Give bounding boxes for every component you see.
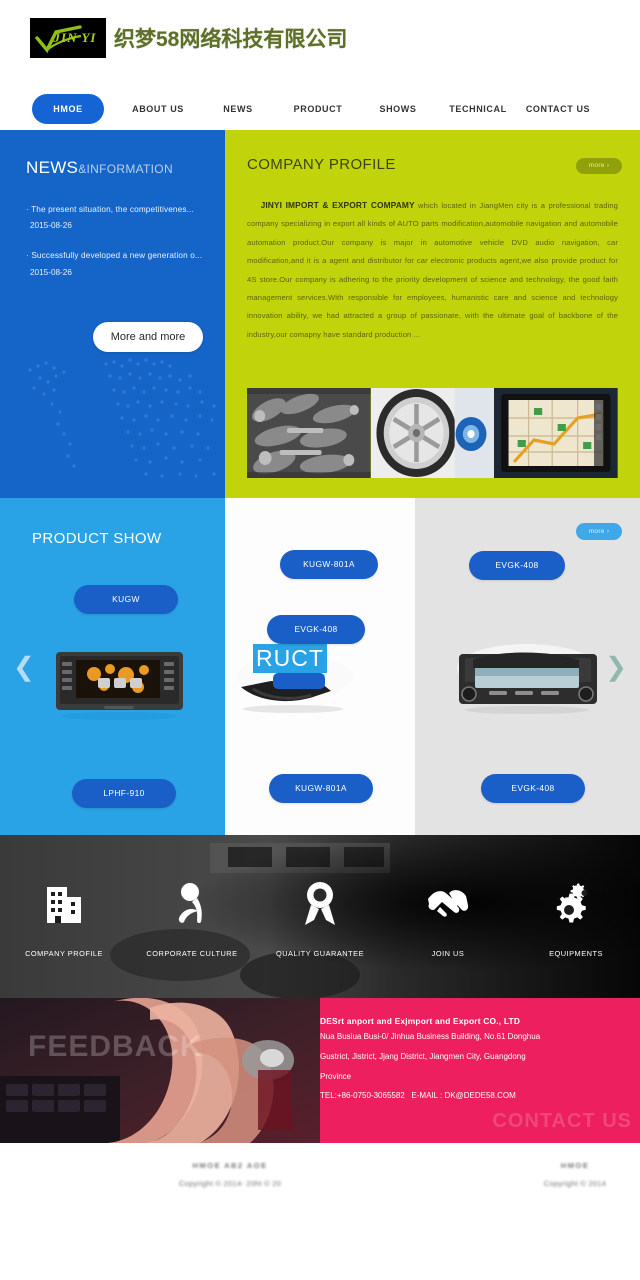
world-map-dots-icon — [28, 358, 216, 478]
feature-label: EQUIPMENTS — [549, 949, 603, 958]
product-pill-top-2[interactable]: KUGW-801A — [280, 550, 378, 579]
product-show-more-button[interactable]: more › — [576, 523, 622, 540]
feature-corporate-culture[interactable]: CORPORATE CULTURE — [128, 875, 256, 958]
product-pill-bottom-1[interactable]: LPHF-910 — [72, 779, 176, 808]
top-section: NEWS&INFORMATION The present situation, … — [0, 130, 640, 498]
footer-right-block: HMOE Copyright © 2014 — [500, 1161, 640, 1188]
feature-company-profile[interactable]: COMPANY PROFILE — [0, 875, 128, 958]
product-column-1: PRODUCT SHOW ❮ KUGW LPHF-910 — [0, 498, 225, 835]
logo-text-cn: 织梦58网络科技有限公司 — [114, 28, 348, 51]
product-pill-bottom-2[interactable]: KUGW-801A — [269, 774, 373, 803]
company-profile-text: JINYI IMPORT & EXPORT COMPAMY which loca… — [247, 195, 618, 344]
features-strip: COMPANY PROFILE CORPORATE CULTURE QUALIT… — [0, 835, 640, 998]
footer-left-block: HMOE AB2 AOE Copyright © 2014- 20ht © 20 — [120, 1161, 340, 1188]
contact-company-name: DESrt anport and Exjmport and Export CO.… — [320, 1016, 521, 1026]
nav-item-technical[interactable]: TECHNICAL — [438, 104, 518, 114]
company-profile-lead: JINYI IMPORT & EXPORT COMPAMY — [260, 200, 415, 210]
news-heading-sub: &INFORMATION — [78, 162, 173, 176]
news-list-item[interactable]: The present situation, the competitivene… — [26, 204, 207, 230]
feedback-heading: FEEDBACK — [28, 1030, 203, 1063]
nav-item-contact-us[interactable]: CONTACT US — [518, 104, 598, 114]
award-ribbon-icon — [256, 875, 384, 933]
contact-ghost-heading: CONTACT US — [492, 1110, 632, 1132]
tel-label: TEL: — [320, 1091, 337, 1101]
product-pill-top-3[interactable]: EVGK-408 — [469, 551, 565, 580]
carousel-next-chevron-right-icon[interactable]: ❯ — [605, 651, 627, 682]
product-ghost-text: RUCT — [253, 644, 327, 673]
contact-tel-email: TEL:+86-0750-3065582 E-MAIL : DK@DEDE58.… — [320, 1091, 624, 1100]
nav-item-product[interactable]: PRODUCT — [278, 104, 358, 114]
news-heading-main: NEWS — [26, 158, 79, 177]
feature-quality-guarantee[interactable]: QUALITY GUARANTEE — [256, 875, 384, 958]
logo-mark: JIN YI — [30, 18, 106, 58]
more-label: more — [588, 162, 605, 169]
feedback-background-image — [0, 998, 320, 1143]
feature-label: COMPANY PROFILE — [25, 949, 103, 958]
footer-left-copyright: Copyright © 2014- 20ht © 20 — [178, 1179, 282, 1188]
news-item-title: Successfully developed a new generation … — [26, 250, 207, 262]
person-icon — [128, 875, 256, 933]
nav-item-news[interactable]: NEWS — [198, 104, 278, 114]
news-item-date: 2015-08-26 — [30, 221, 72, 231]
footer-right-copyright: Copyright © 2014 — [543, 1179, 607, 1188]
feedback-contact-section: FEEDBACK CONTACT US DESrt anport and Exj… — [0, 998, 640, 1143]
news-panel: NEWS&INFORMATION The present situation, … — [0, 130, 225, 498]
contact-address-line-3: Province — [320, 1071, 352, 1081]
contact-address-line-1: Nua Busiua Busi-0/ Jinhua Business Build… — [320, 1032, 541, 1041]
feature-label: JOIN US — [431, 949, 465, 958]
feature-label: QUALITY GUARANTEE — [275, 949, 365, 958]
product-image-car-dvd-1 — [56, 652, 183, 720]
nav-item-about-us[interactable]: ABOUT US — [118, 104, 198, 114]
site-header: JIN YI 织梦58网络科技有限公司 — [0, 0, 640, 88]
feature-equipments[interactable]: EQUIPMENTS — [512, 875, 640, 958]
email-label: E-MAIL : — [411, 1091, 443, 1101]
news-item-date: 2015-08-26 — [30, 267, 72, 277]
image-gps-navigation — [494, 388, 619, 478]
feature-label: CORPORATE CULTURE — [146, 949, 238, 958]
product-show-section: PRODUCT SHOW ❮ KUGW LPHF-910 KUGW-801A E… — [0, 498, 640, 835]
news-list-item[interactable]: Successfully developed a new generation … — [26, 250, 207, 276]
tel-value[interactable]: +86-0750-3065582 — [337, 1091, 405, 1100]
gears-icon — [512, 875, 640, 933]
site-logo[interactable]: JIN YI 织梦58网络科技有限公司 — [30, 18, 347, 58]
company-profile-more-button[interactable]: more › — [576, 158, 622, 174]
product-column-2: KUGW-801A EVGK-408 RUCT KUGW-801A — [225, 498, 415, 835]
feedback-panel: FEEDBACK — [0, 998, 320, 1143]
handshake-icon — [384, 875, 512, 933]
product-pill-top-1[interactable]: KUGW — [74, 585, 178, 614]
company-profile-body: which located in JiangMen city is a prof… — [247, 201, 618, 339]
image-alloy-wheel — [370, 388, 495, 478]
building-icon — [0, 875, 128, 933]
company-profile-panel: COMPANY PROFILE more › JINYI IMPORT & EX… — [225, 130, 640, 498]
contact-panel: CONTACT US DESrt anport and Exjmport and… — [320, 998, 640, 1143]
site-footer: HMOE AB2 AOE Copyright © 2014- 20ht © 20… — [0, 1143, 640, 1238]
company-profile-title: COMPANY PROFILE — [247, 156, 396, 173]
image-auto-parts — [247, 388, 371, 478]
company-profile-images — [247, 388, 619, 478]
feature-join-us[interactable]: JOIN US — [384, 875, 512, 958]
carousel-prev-chevron-left-icon[interactable]: ❮ — [13, 651, 35, 682]
footer-right-links[interactable]: HMOE — [500, 1161, 640, 1170]
contact-address-line-2: Gustrict, Jistrict, Jjang District, Jian… — [320, 1051, 526, 1061]
nav-item-hmoe[interactable]: HMOE — [32, 94, 104, 124]
logo-text-en: JIN YI — [53, 30, 97, 45]
product-show-title: PRODUCT SHOW — [32, 530, 162, 547]
main-navigation[interactable]: HMOE ABOUT US NEWS PRODUCT SHOWS TECHNIC… — [0, 88, 640, 130]
product-pill-mid-2[interactable]: EVGK-408 — [267, 615, 365, 644]
product-column-3: more › ❯ EVGK-408 EVGK-408 — [415, 498, 640, 835]
product-pill-bottom-3[interactable]: EVGK-408 — [481, 774, 585, 803]
news-heading: NEWS&INFORMATION — [26, 158, 207, 178]
footer-left-links[interactable]: HMOE AB2 AOE — [120, 1161, 340, 1170]
email-value[interactable]: DK@DEDE58.COM — [444, 1091, 515, 1100]
product-image-car-dvd-3 — [457, 644, 597, 714]
news-more-button[interactable]: More and more — [93, 322, 203, 352]
more-label: more — [588, 528, 605, 535]
nav-item-shows[interactable]: SHOWS — [358, 104, 438, 114]
news-item-title: The present situation, the competitivene… — [26, 204, 207, 216]
